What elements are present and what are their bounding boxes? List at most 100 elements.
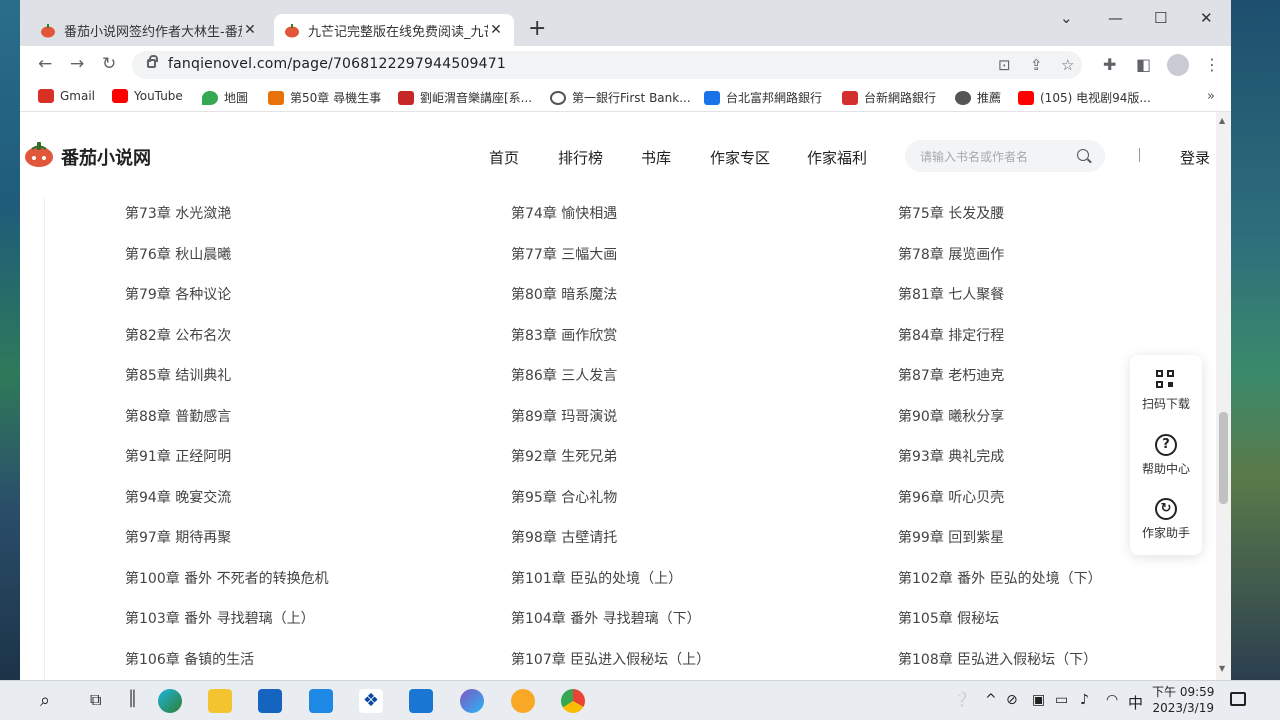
chapter-link[interactable]: 第107章 臣弘进入假秘坛（上） [511, 649, 710, 669]
chapter-link[interactable]: 第87章 老朽迪克 [898, 365, 1004, 385]
extensions-puzzle-icon[interactable]: ✚ [1103, 55, 1116, 74]
nav-ranking[interactable]: 排行榜 [558, 147, 603, 168]
chapter-link[interactable]: 第88章 普勤感言 [125, 406, 231, 426]
tab-search-chevron-icon[interactable]: ⌄ [1060, 8, 1073, 28]
device-tray-icon[interactable]: ▣ [1032, 692, 1045, 708]
tab-inactive[interactable]: 番茄小说网签约作者大林生-番茄 ✕ [30, 14, 268, 46]
bookmark-item[interactable]: 劉岠渭音樂講座[系... [398, 89, 532, 106]
chapter-link[interactable]: 第106章 备镇的生活 [125, 649, 254, 669]
chapter-link[interactable]: 第100章 番外 不死者的转换危机 [125, 568, 329, 588]
search-icon[interactable]: ⌕ [40, 690, 50, 711]
bookmark-item[interactable]: (105) 电视剧94版... [1018, 89, 1151, 106]
scroll-thumb[interactable] [1219, 412, 1228, 504]
bookmark-item[interactable]: 台新網路銀行 [842, 89, 936, 106]
search-input[interactable]: 请输入书名或作者名 [905, 140, 1105, 172]
antivirus-tray-icon[interactable]: ⊘ [1006, 692, 1018, 708]
chapter-link[interactable]: 第98章 古壁请托 [511, 527, 617, 547]
chapter-link[interactable]: 第83章 画作欣赏 [511, 325, 617, 345]
chapter-link[interactable]: 第99章 回到紫星 [898, 527, 1004, 547]
tab-active[interactable]: 九芒记完整版在线免费阅读_九芒 ✕ [274, 14, 514, 46]
site-logo-text[interactable]: 番茄小说网 [61, 144, 151, 170]
chrome-icon[interactable] [561, 689, 585, 713]
page-scrollbar[interactable]: ▲ ▼ [1216, 112, 1231, 680]
scroll-up-icon[interactable]: ▲ [1219, 116, 1225, 125]
bookmark-star-icon[interactable]: ☆ [1061, 56, 1074, 74]
chapter-link[interactable]: 第73章 水光潋滟 [125, 203, 231, 223]
side-panel-icon[interactable]: ◧ [1136, 55, 1151, 74]
chapter-link[interactable]: 第95章 合心礼物 [511, 487, 617, 507]
chapter-link[interactable]: 第92章 生死兄弟 [511, 446, 617, 466]
chapter-link[interactable]: 第102章 番外 臣弘的处境（下） [898, 568, 1102, 588]
chapter-link[interactable]: 第105章 假秘坛 [898, 608, 999, 628]
menu-kebab-icon[interactable]: ⋮ [1204, 55, 1220, 74]
file-explorer-icon[interactable] [208, 689, 232, 713]
copilot-icon[interactable] [460, 689, 484, 713]
nav-library[interactable]: 书库 [641, 147, 671, 168]
chapter-link[interactable]: 第77章 三幅大画 [511, 244, 617, 264]
chapter-link[interactable]: 第80章 暗系魔法 [511, 284, 617, 304]
chapter-link[interactable]: 第84章 排定行程 [898, 325, 1004, 345]
volume-icon[interactable]: ♪ [1080, 692, 1089, 708]
dropbox-icon[interactable]: ❖ [359, 689, 383, 713]
chapter-link[interactable]: 第93章 典礼完成 [898, 446, 1004, 466]
bookmark-item[interactable]: 第50章 尋機生事 [268, 89, 381, 106]
chapter-link[interactable]: 第85章 结训典礼 [125, 365, 231, 385]
translate-icon[interactable]: ⊡ [998, 56, 1011, 74]
bookmark-item[interactable]: YouTube [112, 89, 183, 103]
chapter-link[interactable]: 第81章 七人聚餐 [898, 284, 1004, 304]
system-clock[interactable]: 下午 09:59 2023/3/19 [1152, 684, 1214, 716]
url-text[interactable]: fanqienovel.com/page/7068122297944509471 [168, 56, 506, 72]
chapter-link[interactable]: 第74章 愉快相遇 [511, 203, 617, 223]
help-center-button[interactable]: ? 帮助中心 [1130, 434, 1202, 477]
help-tray-icon[interactable]: ❔ [953, 692, 970, 708]
battery-icon[interactable]: ▭ [1055, 692, 1068, 708]
window-close-icon[interactable]: ✕ [1200, 8, 1213, 28]
chapter-link[interactable]: 第97章 期待再聚 [125, 527, 231, 547]
task-view-icon[interactable]: ⧉ [90, 690, 101, 710]
minimize-icon[interactable]: — [1108, 8, 1123, 28]
chapter-link[interactable]: 第91章 正经阿明 [125, 446, 231, 466]
bookmark-item[interactable]: 推薦 [955, 89, 1001, 106]
notification-icon[interactable] [1230, 692, 1246, 706]
bookmark-item[interactable]: 台北富邦網路銀行 [704, 89, 822, 106]
norton-icon[interactable] [511, 689, 535, 713]
wifi-icon[interactable]: ◠ [1106, 692, 1118, 708]
tomato-logo-icon[interactable] [24, 140, 54, 168]
search-icon[interactable] [1077, 149, 1089, 161]
nav-author-benefits[interactable]: 作家福利 [807, 147, 867, 168]
bookmark-item[interactable]: Gmail [38, 89, 95, 103]
share-icon[interactable]: ⇪ [1030, 56, 1043, 74]
nav-home[interactable]: 首页 [489, 147, 519, 168]
chapter-link[interactable]: 第86章 三人发言 [511, 365, 617, 385]
chapter-link[interactable]: 第75章 长发及腰 [898, 203, 1004, 223]
chapter-link[interactable]: 第104章 番外 寻找碧璃（下） [511, 608, 701, 628]
chapter-link[interactable]: 第90章 曦秋分享 [898, 406, 1004, 426]
profile-avatar-icon[interactable] [1167, 54, 1189, 76]
url-omnibox[interactable]: fanqienovel.com/page/7068122297944509471… [132, 51, 1082, 79]
forward-icon[interactable]: → [70, 54, 84, 74]
bookmarks-overflow-icon[interactable]: » [1207, 89, 1215, 104]
edge-icon[interactable] [158, 689, 182, 713]
chapter-link[interactable]: 第89章 玛哥演说 [511, 406, 617, 426]
chapter-link[interactable]: 第76章 秋山晨曦 [125, 244, 231, 264]
microsoft-store-icon[interactable] [258, 689, 282, 713]
chapter-link[interactable]: 第108章 臣弘进入假秘坛（下） [898, 649, 1097, 669]
back-icon[interactable]: ← [38, 54, 52, 74]
chapter-link[interactable]: 第94章 晚宴交流 [125, 487, 231, 507]
reload-icon[interactable]: ↻ [102, 54, 116, 74]
close-icon[interactable]: ✕ [242, 22, 258, 38]
maximize-icon[interactable]: ☐ [1154, 8, 1167, 28]
myhp-icon[interactable] [409, 689, 433, 713]
new-tab-plus-icon[interactable]: + [528, 17, 546, 41]
chapter-link[interactable]: 第103章 番外 寻找碧璃（上） [125, 608, 315, 628]
chapter-link[interactable]: 第101章 臣弘的处境（上） [511, 568, 682, 588]
chapter-link[interactable]: 第82章 公布名次 [125, 325, 231, 345]
scroll-down-icon[interactable]: ▼ [1219, 664, 1225, 673]
show-hidden-icons-icon[interactable]: ^ [985, 692, 997, 708]
mail-icon[interactable] [309, 689, 333, 713]
close-icon[interactable]: ✕ [488, 22, 504, 38]
writer-assistant-button[interactable]: ↻ 作家助手 [1130, 498, 1202, 541]
nav-author-zone[interactable]: 作家专区 [710, 147, 770, 168]
login-link[interactable]: 登录 [1180, 147, 1210, 168]
chapter-link[interactable]: 第78章 展览画作 [898, 244, 1004, 264]
